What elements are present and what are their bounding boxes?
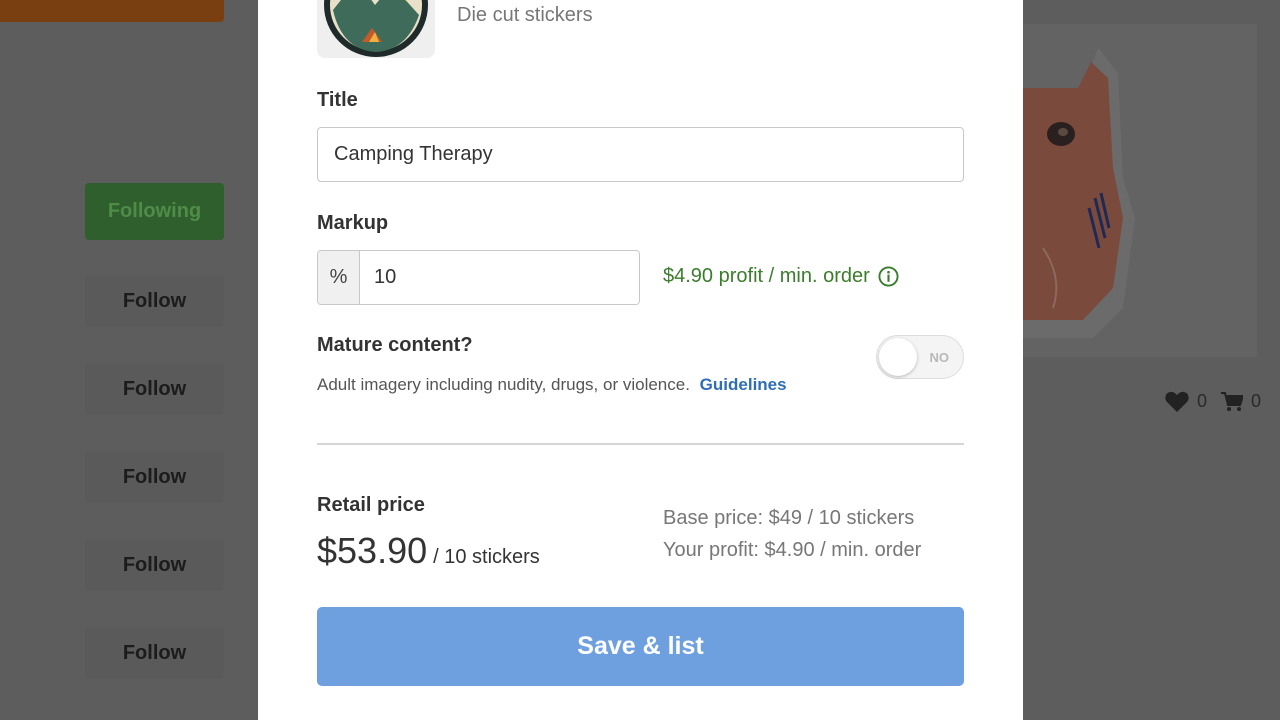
background-stats: 0 0 [1165,391,1261,412]
likes-count: 0 [1197,391,1208,411]
percent-prefix: % [318,251,360,304]
markup-field[interactable]: % [317,250,640,305]
cart-count: 0 [1251,391,1262,411]
title-input-value: Camping Therapy [334,143,493,165]
cart-icon [1221,391,1244,411]
follow-button[interactable]: Follow [85,275,224,327]
toggle-state-text: NO [929,350,950,365]
section-divider [317,443,964,445]
toggle-knob [879,338,917,376]
listing-modal: Die cut stickers Title Camping Therapy M… [258,0,1023,720]
retail-price-unit: / 10 stickers [433,546,540,568]
following-button[interactable]: Following [85,183,224,240]
product-type: Die cut stickers [457,4,593,26]
info-icon[interactable] [878,266,899,287]
follow-button[interactable]: Follow [85,451,224,503]
follow-button[interactable]: Follow [85,363,224,415]
your-profit: Your profit: $4.90 / min. order [663,539,922,561]
retail-price: $53.90 / 10 stickers [317,530,540,572]
mature-content-description: Adult imagery including nudity, drugs, o… [317,375,787,395]
save-and-list-button[interactable]: Save & list [317,607,964,686]
title-input[interactable]: Camping Therapy [317,127,964,182]
base-price: Base price: $49 / 10 stickers [663,507,915,529]
profit-note-text: $4.90 profit / min. order [663,265,870,287]
likes-stat[interactable]: 0 [1165,391,1207,412]
cart-stat[interactable]: 0 [1221,391,1261,412]
retail-price-label: Retail price [317,494,425,516]
mature-content-label: Mature content? [317,334,473,356]
mature-content-desc-text: Adult imagery including nudity, drugs, o… [317,375,690,394]
follow-button[interactable]: Follow [85,539,224,591]
camping-sticker-image [324,0,428,57]
retail-price-value: $53.90 [317,530,428,571]
mature-content-toggle[interactable]: NO [876,335,964,379]
product-thumbnail [317,0,435,58]
background-top-bar [0,0,224,22]
follow-button[interactable]: Follow [85,627,224,679]
owl-sticker-image [1023,48,1135,338]
profit-note: $4.90 profit / min. order [663,265,899,288]
markup-label: Markup [317,212,389,234]
guidelines-link[interactable]: Guidelines [700,375,787,394]
markup-input[interactable] [360,251,639,304]
title-label: Title [317,89,358,111]
heart-icon [1165,391,1189,412]
